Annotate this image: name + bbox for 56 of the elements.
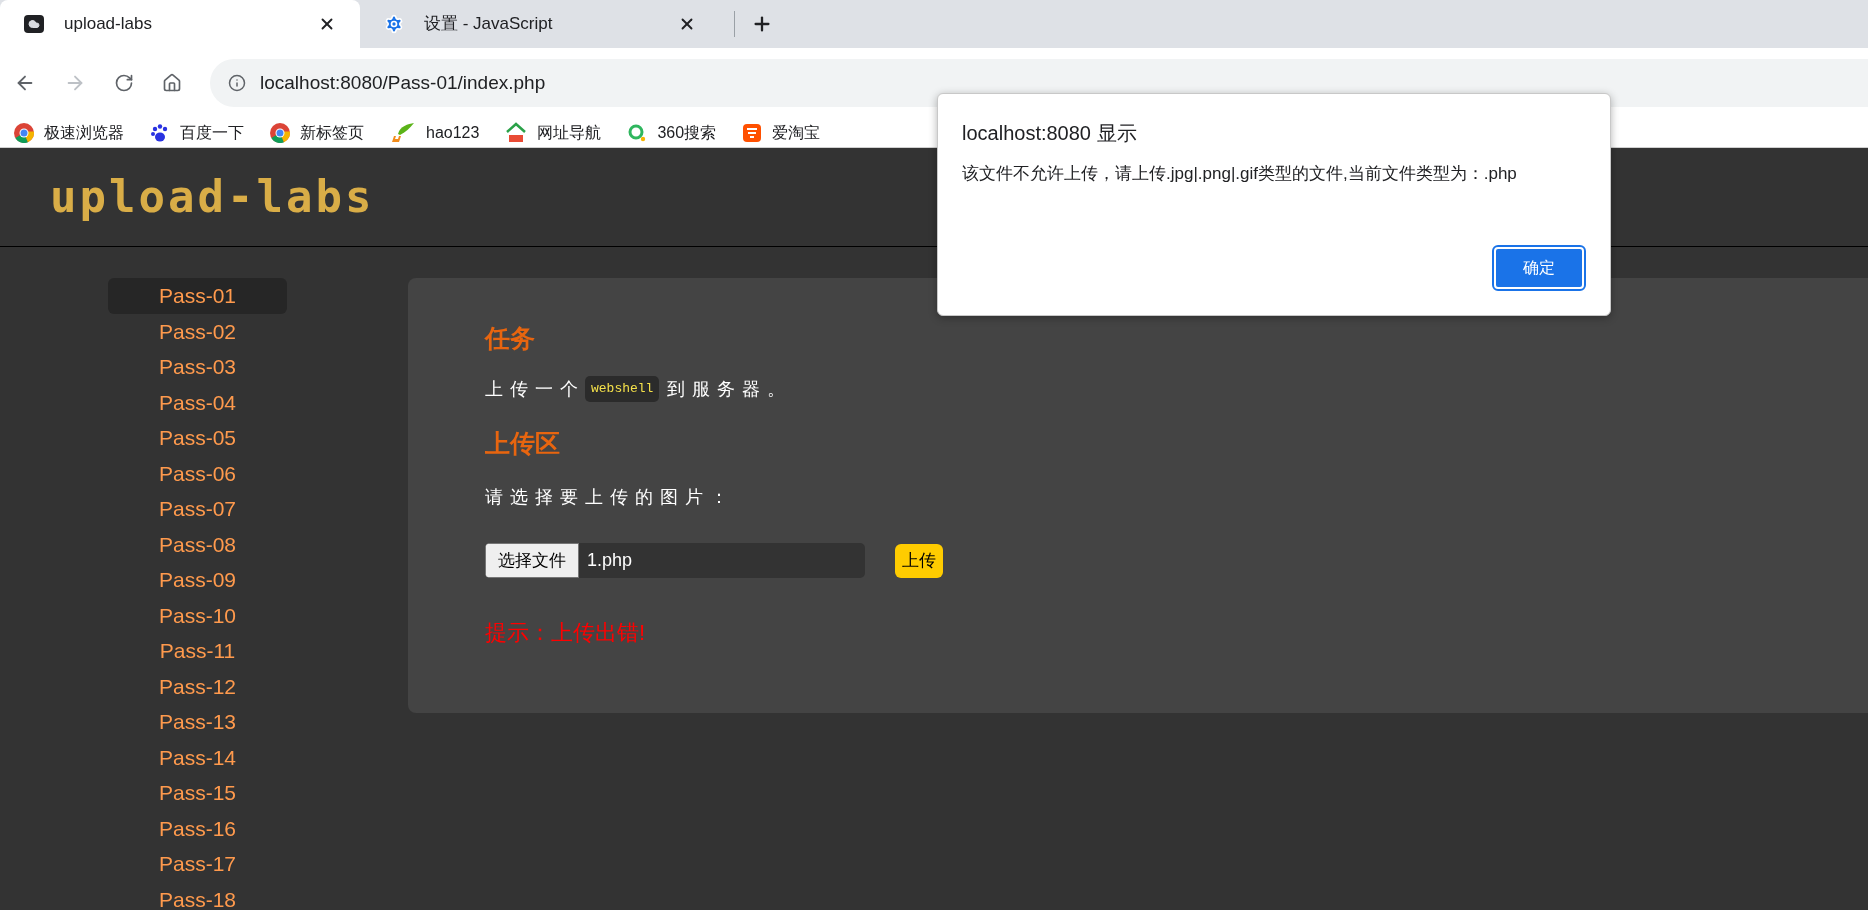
ring-icon bbox=[627, 122, 648, 143]
browser-tab[interactable]: 设置 - JavaScript bbox=[360, 0, 720, 48]
bookmark-link[interactable]: 极速浏览器 bbox=[44, 120, 124, 145]
file-field[interactable]: 选择文件 1.php bbox=[485, 543, 865, 578]
sidebar-item[interactable]: Pass-04 bbox=[108, 384, 287, 420]
choose-file-button[interactable]: 选择文件 bbox=[485, 543, 579, 578]
bookmark-link[interactable]: hao123 bbox=[426, 120, 480, 145]
reload-icon[interactable] bbox=[114, 73, 134, 93]
sidebar-item[interactable]: Pass-02 bbox=[108, 313, 287, 349]
chrome-icon bbox=[270, 122, 290, 143]
section-heading: 任务 bbox=[485, 323, 535, 354]
sidebar-item[interactable]: Pass-16 bbox=[108, 810, 287, 846]
sidebar-item[interactable]: Pass-15 bbox=[108, 775, 287, 811]
sidebar-item[interactable]: Pass-11 bbox=[108, 633, 287, 669]
url-text: localhost:8080/Pass-01/index.php bbox=[260, 70, 546, 95]
sidebar-item[interactable]: Pass-03 bbox=[108, 349, 287, 385]
bookmark-link[interactable]: 360搜索 bbox=[657, 120, 717, 145]
home-icon[interactable] bbox=[162, 73, 182, 93]
logo[interactable]: upload-labs bbox=[50, 164, 375, 230]
house-icon bbox=[505, 121, 528, 144]
task-text: 上传一个 webshell 到服务器。 bbox=[485, 375, 793, 403]
sidebar-item[interactable]: Pass-14 bbox=[108, 739, 287, 775]
sidebar-item[interactable]: Pass-18 bbox=[108, 881, 287, 910]
tab-title: upload-labs bbox=[64, 13, 153, 36]
tab-title: 设置 - JavaScript bbox=[424, 13, 554, 36]
tao-icon bbox=[742, 122, 763, 143]
chrome-icon bbox=[14, 122, 34, 143]
sidebar-item[interactable]: Pass-09 bbox=[108, 562, 287, 598]
error-message: 提示：上传出错! bbox=[485, 619, 646, 647]
leaf-icon bbox=[390, 121, 416, 144]
cloud-icon bbox=[24, 15, 44, 33]
bookmark-link[interactable]: 网址导航 bbox=[537, 120, 602, 145]
sidebar-item[interactable]: Pass-10 bbox=[108, 597, 287, 633]
bookmark-link[interactable]: 爱淘宝 bbox=[772, 120, 821, 145]
upload-button[interactable]: 上传 bbox=[895, 543, 943, 578]
dialog-title: localhost:8080 显示 bbox=[962, 121, 1138, 146]
upload-prompt: 请选择要上传的图片： bbox=[485, 486, 735, 509]
sidebar-item[interactable]: Pass-13 bbox=[108, 704, 287, 740]
sidebar-item[interactable]: Pass-06 bbox=[108, 455, 287, 491]
sidebar-item[interactable]: Pass-05 bbox=[108, 420, 287, 456]
section-heading: 上传区 bbox=[485, 427, 560, 459]
code-snippet: webshell bbox=[585, 376, 660, 402]
sidebar-item[interactable]: Pass-08 bbox=[108, 526, 287, 562]
file-name: 1.php bbox=[587, 549, 633, 572]
paw-icon bbox=[150, 122, 170, 143]
browser-tab[interactable]: upload-labs bbox=[0, 0, 360, 48]
gear-icon bbox=[384, 14, 404, 34]
dialog-message: 该文件不允许上传，请上传.jpg|.png|.gif类型的文件,当前文件类型为：.php bbox=[962, 163, 1518, 185]
bookmark-link[interactable]: 百度一下 bbox=[180, 120, 244, 145]
sidebar-item[interactable]: Pass-01 bbox=[108, 278, 287, 314]
ok-button[interactable]: 确定 bbox=[1492, 245, 1586, 291]
sidebar-item[interactable]: Pass-07 bbox=[108, 491, 287, 527]
bookmark-link[interactable]: 新标签页 bbox=[300, 120, 364, 145]
sidebar-item[interactable]: Pass-17 bbox=[108, 846, 287, 882]
sidebar-item[interactable]: Pass-12 bbox=[108, 668, 287, 704]
info-icon bbox=[228, 74, 246, 92]
